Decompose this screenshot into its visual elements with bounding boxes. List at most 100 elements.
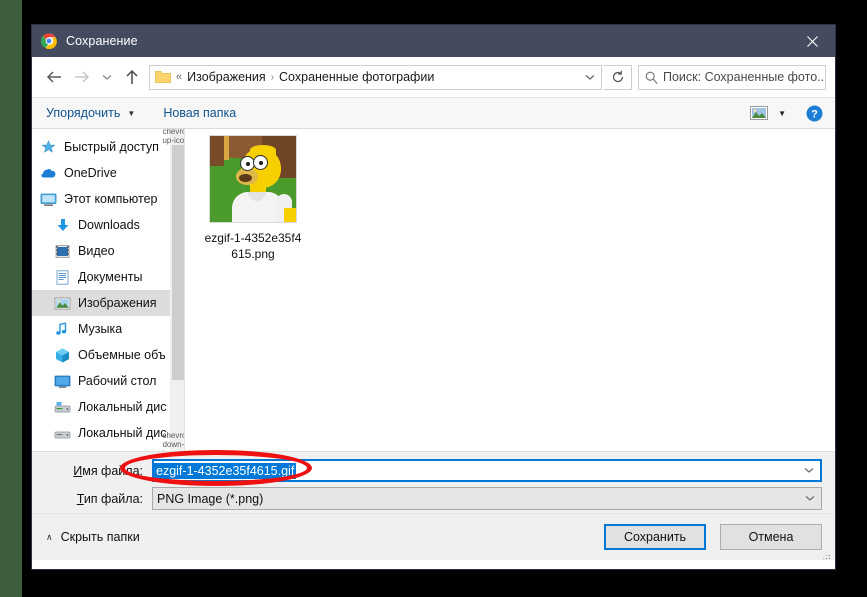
desktop-background-strip [0,0,22,597]
sidebar-item-onedrive[interactable]: OneDrive [32,160,184,186]
sidebar-item-pictures[interactable]: Изображения [32,290,184,316]
new-folder-button[interactable]: Новая папка [163,106,236,120]
sidebar-item-music[interactable]: Музыка [32,316,184,342]
view-options-chevron-down-icon[interactable]: ▼ [778,109,786,118]
sidebar-item-label: Локальный дис [78,400,167,414]
local-disk-icon [54,399,71,416]
sidebar-item-this-pc[interactable]: Этот компьютер [32,186,184,212]
filetype-label: Тип файла: [32,492,152,506]
chevron-down-icon[interactable]: chevron-down-icon [162,431,184,452]
search-input[interactable]: Поиск: Сохраненные фото... [638,64,826,90]
sidebar-item-videos[interactable]: Видео [32,238,184,264]
save-as-dialog: Сохранение « Изображения › Сохраненные ф… [32,25,835,569]
pictures-icon [54,295,71,312]
screenshot-root: Сохранение « Изображения › Сохраненные ф… [0,0,867,597]
resize-grip-icon[interactable] [821,547,831,560]
close-button[interactable] [789,25,835,57]
sidebar-item-label: Изображения [78,296,157,310]
scrollbar-thumb[interactable] [172,145,184,380]
breadcrumb-overflow[interactable]: « [176,71,182,83]
navigation-pane: Быстрый доступ OneDrive Этот компьютер D… [32,129,184,451]
save-button[interactable]: Сохранить [604,524,706,550]
chevron-down-icon [102,74,112,80]
breadcrumb-separator: › [270,71,275,83]
search-placeholder: Поиск: Сохраненные фото... [663,70,825,84]
dialog-footer: ∧ Скрыть папки Сохранить Отмена [32,513,835,560]
monitor-icon [40,191,57,208]
refresh-button[interactable] [604,64,632,90]
chevron-up-icon[interactable]: chevron-up-icon [162,129,184,145]
sidebar-item-label: OneDrive [64,166,117,180]
forward-button[interactable] [68,63,96,91]
toolbar-right-group: ▼ ? [750,105,835,122]
sidebar-item-quick-access[interactable]: Быстрый доступ [32,134,184,160]
sidebar-item-label: Быстрый доступ [64,140,159,154]
filename-row: Имя файла: ezgif-1-4352e35f4615.gif [32,459,835,482]
homer-simpson-thumbnail[interactable] [209,135,297,223]
chevron-down-icon [585,74,595,80]
filename-label-mnemonic: И [73,463,83,478]
address-bar[interactable]: « Изображения › Сохраненные фотографии [149,64,602,90]
svg-text:?: ? [811,108,818,120]
video-film-icon [54,243,71,260]
picture-view-icon[interactable] [750,105,769,121]
local-disk-icon [54,425,71,442]
cancel-button-label: Отмена [748,530,794,544]
file-name-label: ezgif-1-4352e35f4615.png [204,231,302,261]
chrome-logo-icon [40,33,57,50]
sidebar-item-label: Музыка [78,322,123,336]
folder-icon [155,70,171,84]
chevron-down-icon: ▼ [127,108,136,118]
desktop-icon [54,373,71,390]
sidebar-item-desktop[interactable]: Рабочий стол [32,368,184,394]
sidebar-scrollbar[interactable]: chevron-up-icon chevron-down-icon [162,129,184,452]
cancel-button[interactable]: Отмена [720,524,822,550]
back-button[interactable] [40,63,68,91]
sidebar-item-local-disk-1[interactable]: Локальный дис [32,394,184,420]
chevron-down-icon[interactable] [798,461,820,480]
arrow-right-icon [75,71,90,83]
address-dropdown-button[interactable] [579,66,601,89]
sidebar-item-local-disk-2[interactable]: Локальный дис [32,420,184,446]
sidebar-item-documents[interactable]: Документы [32,264,184,290]
navigation-bar: « Изображения › Сохраненные фотографии П… [32,57,835,97]
dialog-title: Сохранение [66,34,138,48]
cloud-icon [40,165,57,182]
refresh-icon [612,70,623,83]
sidebar-item-label: Видео [78,244,115,258]
save-button-label: Сохранить [623,530,687,544]
filename-label-rest: мя файла: [82,463,143,478]
arrow-up-icon [126,69,138,84]
documents-icon [54,269,71,286]
filename-value: ezgif-1-4352e35f4615.gif [154,462,297,479]
help-circle-icon[interactable]: ? [806,105,823,122]
chevron-up-icon: ∧ [46,531,53,542]
dialog-body: Быстрый доступ OneDrive Этот компьютер D… [32,129,835,451]
sidebar-item-downloads[interactable]: Downloads [32,212,184,238]
sidebar-item-label: Downloads [78,218,140,232]
up-button[interactable] [118,63,146,91]
music-note-icon [54,321,71,338]
filetype-label-mnemonic: Т [76,491,84,506]
filename-input[interactable]: ezgif-1-4352e35f4615.gif [152,459,822,482]
organize-button[interactable]: Упорядочить ▼ [46,106,135,120]
file-list-pane[interactable]: ezgif-1-4352e35f4615.png [185,129,835,451]
search-icon [639,71,663,84]
chevron-down-icon[interactable] [799,488,821,509]
sidebar-item-3d-objects[interactable]: Объемные объ [32,342,184,368]
3d-objects-icon [54,347,71,364]
breadcrumb-segment-saved-photos[interactable]: Сохраненные фотографии [276,70,437,84]
filename-label: Имя файла: [32,464,152,478]
hide-folders-button[interactable]: ∧ Скрыть папки [46,530,140,544]
download-arrow-icon [54,217,71,234]
close-icon [806,35,818,47]
save-form: Имя файла: ezgif-1-4352e35f4615.gif Тип … [32,451,835,513]
breadcrumb-segment-pictures[interactable]: Изображения [184,70,269,84]
sidebar-item-label: Этот компьютер [64,192,158,206]
file-item[interactable]: ezgif-1-4352e35f4615.png [203,135,303,262]
command-toolbar: Упорядочить ▼ Новая папка ▼ ? [32,97,835,129]
filetype-combobox[interactable]: PNG Image (*.png) [152,487,822,510]
arrow-left-icon [46,71,61,83]
recent-locations-button[interactable] [96,63,118,91]
filetype-row: Тип файла: PNG Image (*.png) [32,487,835,510]
